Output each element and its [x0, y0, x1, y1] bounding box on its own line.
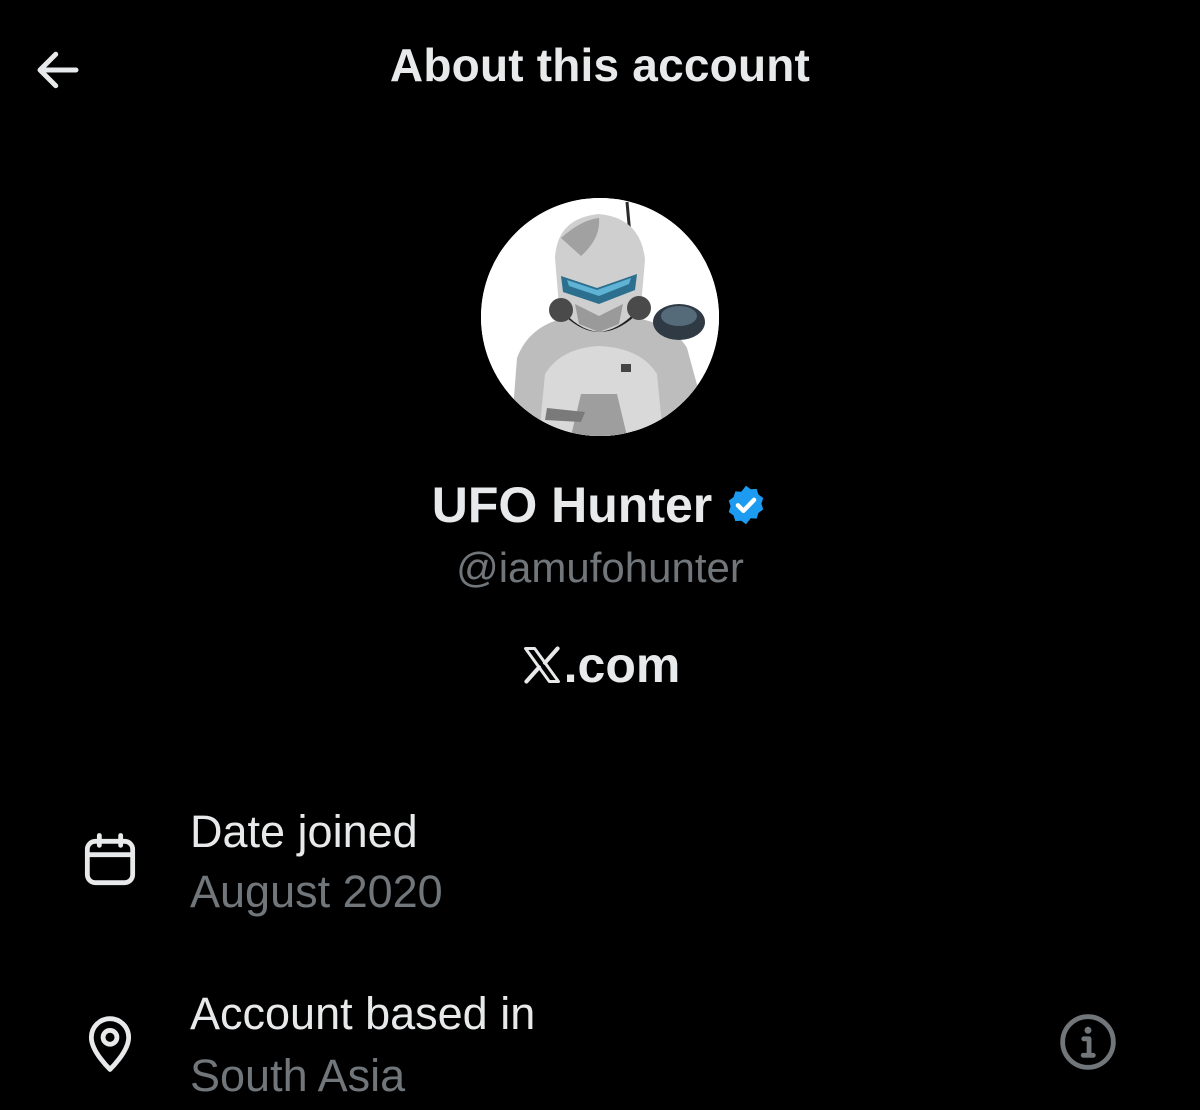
detail-value: August 2020 — [190, 866, 443, 917]
verified-badge-icon — [729, 485, 764, 525]
detail-row-account-location: Account based in South Asia — [0, 982, 1200, 1102]
header-bar: About this account — [0, 0, 1200, 140]
detail-title: Date joined — [190, 806, 418, 857]
account-handle: @iamufohunter — [456, 544, 744, 591]
display-name: UFO Hunter — [431, 477, 713, 533]
page-title: About this account — [389, 39, 811, 91]
detail-row-date-joined: Date joined August 2020 — [0, 800, 1200, 920]
armored-soldier-avatar — [481, 198, 719, 436]
x-logo-icon — [523, 646, 560, 684]
detail-title: Account based in — [190, 988, 536, 1039]
avatar[interactable] — [481, 198, 719, 436]
detail-value: South Asia — [190, 1050, 406, 1101]
site-suffix: .com — [563, 637, 681, 693]
calendar-icon — [84, 833, 136, 886]
site-link[interactable]: .com — [0, 636, 1200, 694]
name-row: UFO Hunter — [0, 476, 1200, 534]
location-pin-icon — [88, 1016, 132, 1072]
info-icon[interactable] — [1056, 1010, 1120, 1074]
